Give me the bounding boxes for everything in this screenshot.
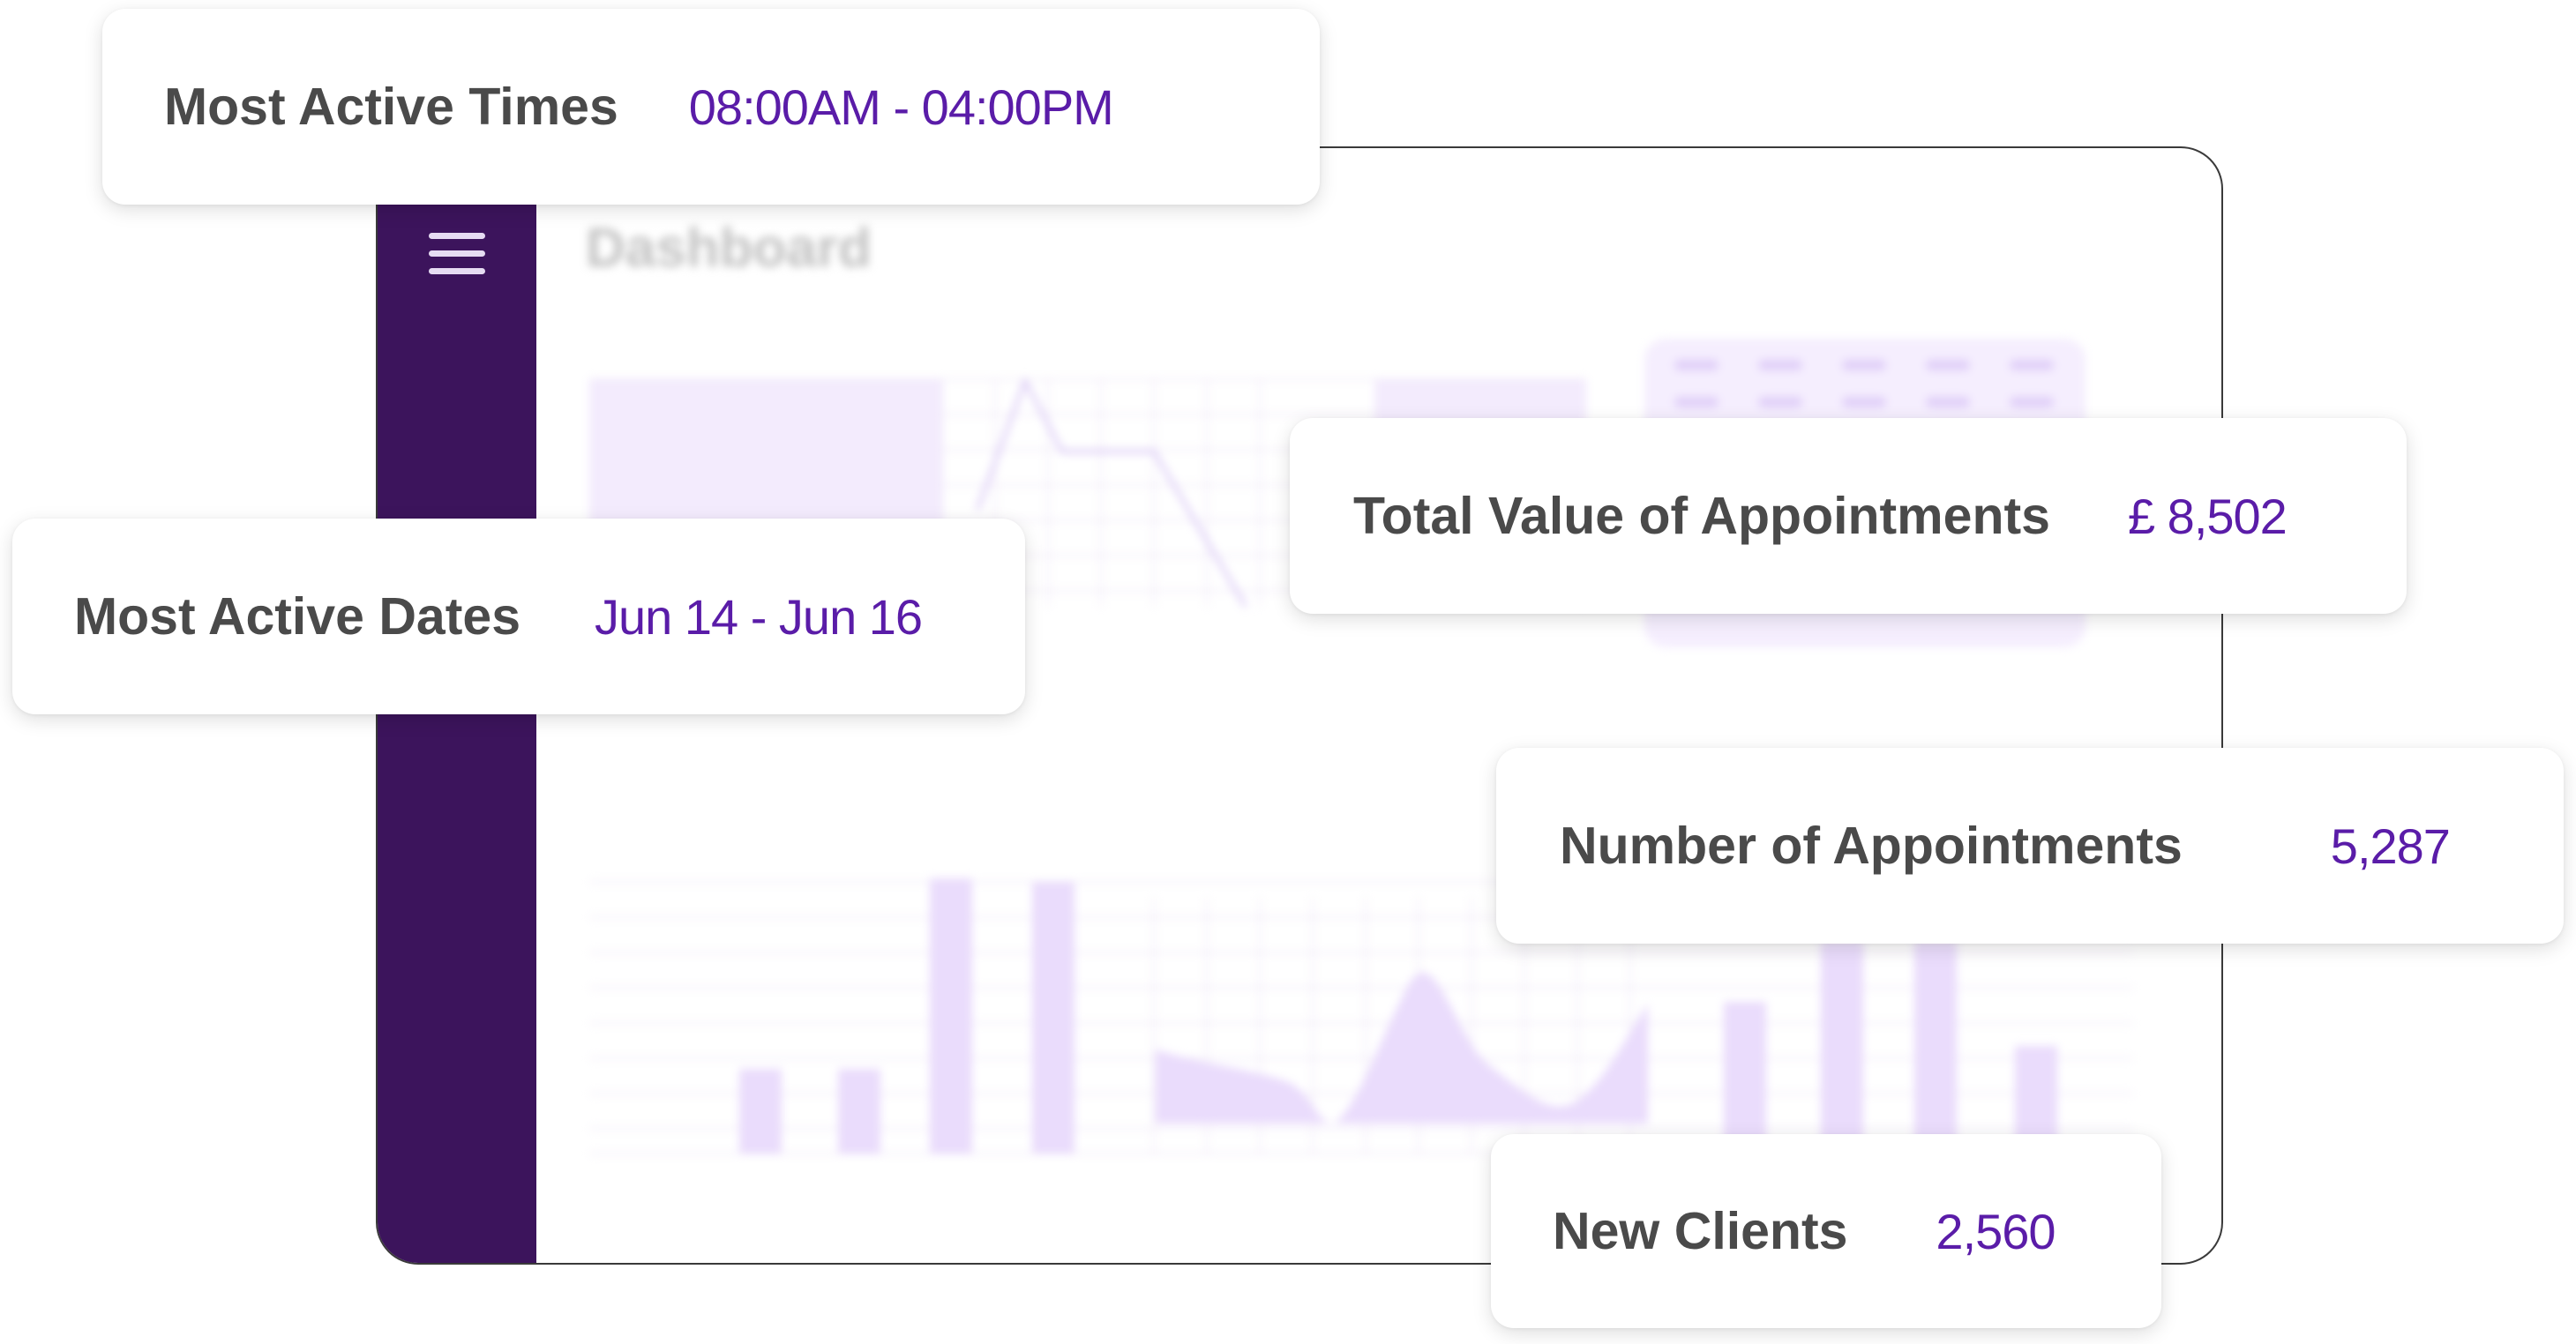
number-of-appointments-value: 5,287 [2330,818,2451,874]
total-value-label: Total Value of Appointments [1353,487,2050,545]
total-value-value: £ 8,502 [2127,488,2288,544]
most-active-dates-value: Jun 14 - Jun 16 [595,588,923,645]
new-clients-card: New Clients 2,560 [1491,1134,2161,1328]
most-active-times-value: 08:00AM - 04:00PM [688,78,1114,135]
number-of-appointments-label: Number of Appointments [1560,817,2183,875]
most-active-dates-card: Most Active Dates Jun 14 - Jun 16 [12,519,1025,714]
most-active-dates-label: Most Active Dates [74,587,521,646]
number-of-appointments-card: Number of Appointments 5,287 [1496,748,2564,944]
new-clients-label: New Clients [1553,1202,1848,1260]
new-clients-value: 2,560 [1936,1203,2056,1259]
most-active-times-card: Most Active Times 08:00AM - 04:00PM [102,9,1320,205]
total-value-card: Total Value of Appointments £ 8,502 [1290,418,2407,614]
most-active-times-label: Most Active Times [164,78,618,136]
